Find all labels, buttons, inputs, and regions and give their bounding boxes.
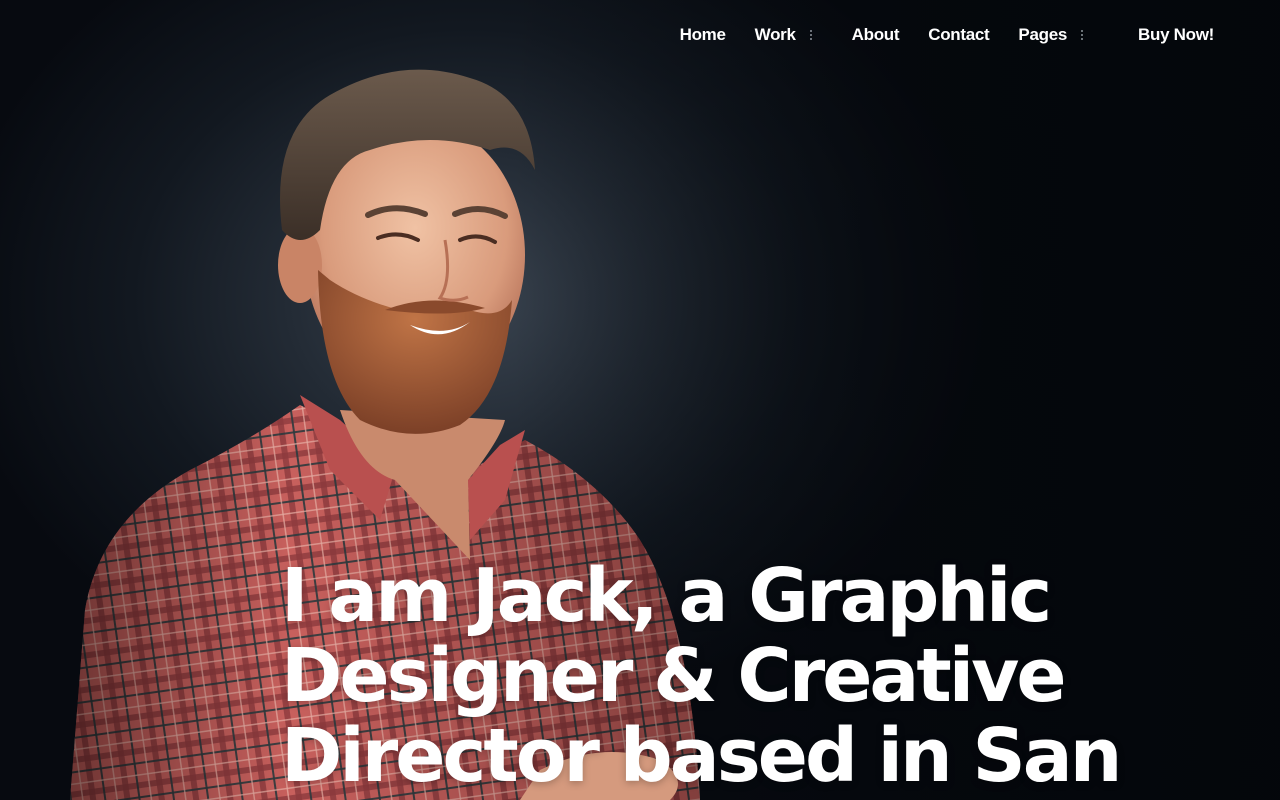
nav-item-pages[interactable]: Pages: [1018, 25, 1084, 45]
buy-now-link[interactable]: Buy Now!: [1138, 25, 1214, 45]
submenu-dots-icon: [809, 29, 813, 42]
nav-item-label: Home: [679, 25, 726, 44]
nav-item-label: Work: [754, 25, 796, 44]
hero-headline: I am Jack, a Graphic Designer & Creative…: [281, 553, 1122, 799]
nav-item-home[interactable]: Home: [680, 25, 726, 45]
hero-section: Home Work About Contact Pages Buy Now! I…: [0, 0, 1280, 800]
main-nav: Home Work About Contact Pages Buy Now!: [651, 0, 1280, 70]
nav-item-work[interactable]: Work: [755, 25, 813, 45]
nav-item-label: Contact: [928, 25, 990, 44]
nav-item-contact[interactable]: Contact: [928, 25, 989, 45]
nav-item-label: Pages: [1018, 25, 1068, 44]
buy-now-label: Buy Now!: [1138, 25, 1214, 44]
submenu-dots-icon: [1081, 29, 1084, 42]
nav-item-about[interactable]: About: [852, 25, 900, 45]
nav-item-label: About: [851, 25, 900, 44]
